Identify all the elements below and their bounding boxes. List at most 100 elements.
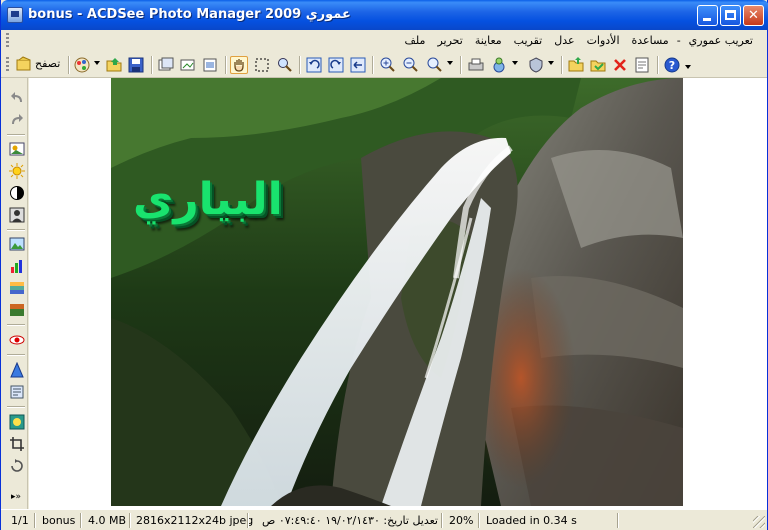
text-icon[interactable]: [9, 384, 25, 400]
save-icon[interactable]: [127, 56, 145, 74]
menu-view[interactable]: معاينة: [469, 30, 508, 52]
menu-bar: ملف تحرير معاينة تقريب عدل الأدوات مساعد…: [1, 30, 767, 52]
menu-translation[interactable]: تعريب عموري: [683, 30, 759, 52]
maximize-button[interactable]: [720, 5, 741, 26]
zoom-dropdown-icon[interactable]: [447, 61, 453, 65]
zoom-in-icon[interactable]: [378, 56, 396, 74]
menu-help[interactable]: مساعدة: [626, 30, 675, 52]
main-toolbar: تصفح ?: [1, 52, 767, 78]
open-icon[interactable]: [567, 56, 585, 74]
grayscale-icon[interactable]: [9, 207, 25, 223]
protect-dropdown-icon[interactable]: [548, 61, 554, 65]
auto-adjust-icon[interactable]: [9, 141, 25, 157]
left-separator: [7, 229, 25, 230]
export-icon[interactable]: [201, 56, 219, 74]
status-load-time: Loaded in 0.34 s: [486, 514, 577, 527]
color-balance-icon[interactable]: [9, 302, 25, 318]
delete-icon[interactable]: [611, 56, 629, 74]
toolbar-separator: [460, 56, 461, 74]
image-viewer[interactable]: البياري: [29, 78, 767, 509]
toolbar-separator: [68, 56, 69, 74]
toolbar-separator: [657, 56, 658, 74]
curves-icon[interactable]: [9, 280, 25, 296]
undo-icon[interactable]: [9, 90, 25, 106]
select-icon[interactable]: [253, 56, 271, 74]
close-icon: ✕: [748, 8, 759, 23]
browse-icon[interactable]: [15, 56, 33, 74]
levels-icon[interactable]: [9, 258, 25, 274]
print-icon[interactable]: [467, 56, 485, 74]
toolbar-grip[interactable]: [6, 57, 9, 73]
status-index: 1/1: [11, 514, 29, 527]
status-separator: [617, 513, 618, 528]
status-separator: [478, 513, 479, 528]
menu-file[interactable]: ملف: [399, 30, 432, 52]
zoom-lens-icon[interactable]: [276, 56, 294, 74]
status-file-size: 4.0 MB: [88, 514, 127, 527]
menubar-grip[interactable]: [6, 33, 9, 49]
edit-icon[interactable]: [73, 56, 91, 74]
status-modified-date: تعديل تاريخ: ١٩/٠٢/١٤٣٠ ٠٧:٤٩:٤٠ ص: [262, 514, 438, 527]
redo-icon[interactable]: [9, 112, 25, 128]
contrast-icon[interactable]: [9, 185, 25, 201]
app-window: bonus - ACDSee Photo Manager 2009 عموري …: [0, 0, 768, 530]
rotate-left-icon[interactable]: [305, 56, 323, 74]
left-tool-panel: ▸»: [1, 78, 28, 509]
minimize-button[interactable]: [697, 5, 718, 26]
status-dimensions: 2816x2112x24b jpeg: [136, 514, 254, 527]
help-icon[interactable]: ?: [663, 56, 681, 74]
rotate-right-icon[interactable]: [327, 56, 345, 74]
menu-modify[interactable]: عدل: [548, 30, 580, 52]
image-overlay-text: البياري: [133, 174, 283, 225]
menu-edit[interactable]: تحرير: [431, 30, 468, 52]
hand-tool-button[interactable]: [230, 56, 248, 74]
toolbar-separator: [151, 56, 152, 74]
crop-icon[interactable]: [9, 436, 25, 452]
close-button[interactable]: ✕: [743, 5, 764, 26]
browse-label[interactable]: تصفح: [35, 57, 60, 70]
waterfall-photo-image: [111, 78, 683, 506]
red-eye-icon[interactable]: [9, 332, 25, 348]
more-tools-icon[interactable]: ▸»: [11, 492, 21, 502]
svg-text:?: ?: [669, 59, 675, 72]
status-zoom: 20%: [449, 514, 474, 527]
window-title: bonus - ACDSee Photo Manager 2009 عموري: [28, 7, 351, 22]
properties-icon[interactable]: [633, 56, 651, 74]
maximize-icon: [725, 10, 736, 20]
app-icon[interactable]: [7, 7, 23, 23]
photo: البياري: [111, 78, 683, 506]
copy-to-icon[interactable]: [157, 56, 175, 74]
resize-grip-icon[interactable]: [753, 516, 765, 528]
status-folder: bonus: [42, 514, 76, 527]
menu-zoom[interactable]: تقريب: [508, 30, 549, 52]
edit-dropdown-icon[interactable]: [94, 61, 100, 65]
color-icon[interactable]: [490, 56, 508, 74]
toolbar-separator: [561, 56, 562, 74]
help-dropdown-icon[interactable]: [685, 65, 691, 69]
move-to-icon[interactable]: [179, 56, 197, 74]
status-separator: [441, 513, 442, 528]
effects-icon[interactable]: [9, 414, 25, 430]
left-separator: [7, 406, 25, 407]
menu-items: ملف تحرير معاينة تقريب عدل الأدوات مساعد…: [399, 30, 759, 52]
status-separator: [80, 513, 81, 528]
status-separator: [129, 513, 130, 528]
zoom-out-icon[interactable]: [401, 56, 419, 74]
menu-tools[interactable]: الأدوات: [581, 30, 626, 52]
menu-dash: -: [676, 34, 681, 47]
exposure-icon[interactable]: [9, 163, 25, 179]
protect-icon[interactable]: [527, 56, 545, 74]
color-dropdown-icon[interactable]: [512, 61, 518, 65]
left-separator: [7, 354, 25, 355]
left-separator: [7, 134, 25, 135]
title-bar[interactable]: bonus - ACDSee Photo Manager 2009 عموري …: [1, 0, 768, 30]
rotate-icon[interactable]: [9, 458, 25, 474]
status-bar: 1/1 bonus 4.0 MB 2816x2112x24b jpeg تعدي…: [1, 509, 767, 530]
left-separator: [7, 324, 25, 325]
sharpen-icon[interactable]: [9, 362, 25, 378]
acquire-icon[interactable]: [589, 56, 607, 74]
open-folder-icon[interactable]: [105, 56, 123, 74]
flip-icon[interactable]: [349, 56, 367, 74]
image-icon[interactable]: [9, 236, 25, 252]
zoom-menu-icon[interactable]: [425, 56, 443, 74]
